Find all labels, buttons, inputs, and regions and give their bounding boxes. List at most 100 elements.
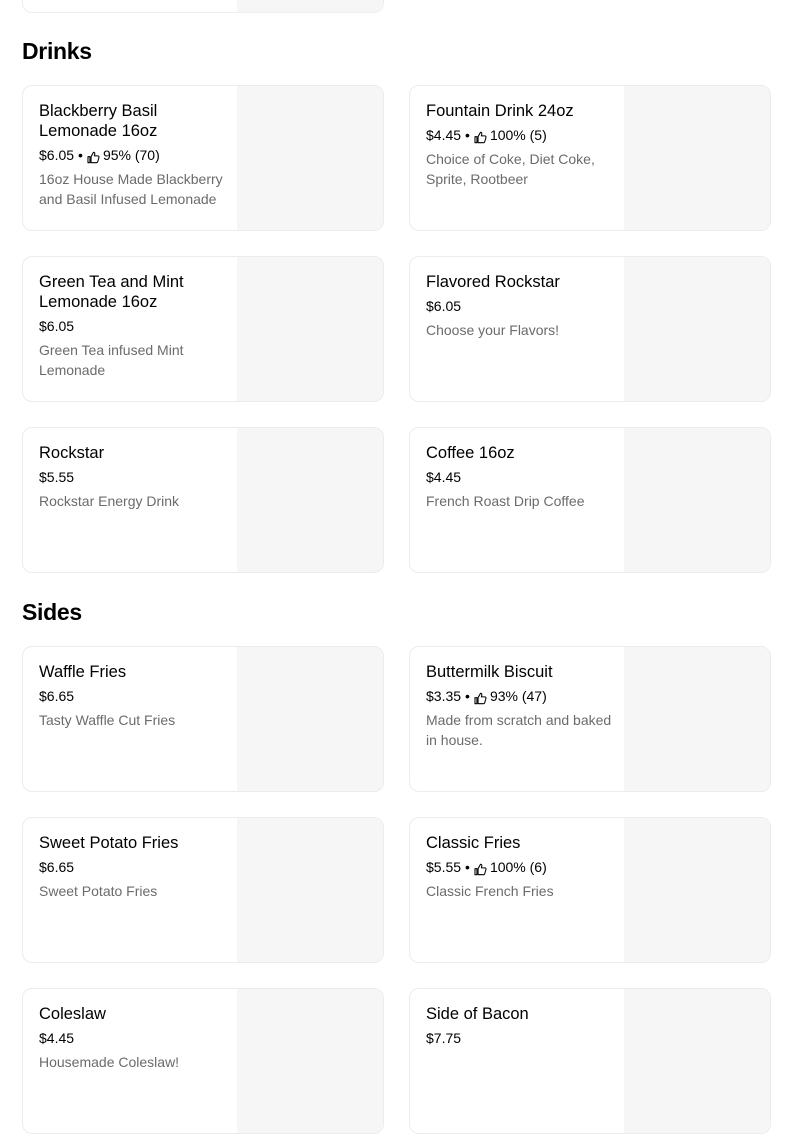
menu-item-name: Waffle Fries bbox=[39, 663, 127, 681]
menu-item-card[interactable]: Classic Fries $5.55 • 100% (6) Classic Frenc… bbox=[409, 817, 771, 963]
menu-item-price: $6.65 bbox=[39, 688, 75, 704]
menu-item-info: Blackberry Basil Lemonade 16oz $6.05 • 95% … bbox=[39, 101, 225, 209]
menu-item-card[interactable]: Fountain Drink 24oz $4.45 • 100% (5) Choice … bbox=[409, 85, 771, 231]
menu-item-price: $7.75 bbox=[426, 1030, 462, 1046]
menu-item-info: Flavored Rockstar $6.05 Choose your Flavor… bbox=[426, 272, 612, 340]
thumbs-up-icon bbox=[474, 129, 487, 143]
thumbs-up-icon bbox=[87, 149, 100, 163]
menu-item-name: Green Tea and Mint Lemonade 16oz bbox=[39, 273, 184, 311]
menu-item-description: Made from scratch and baked in house. bbox=[426, 712, 612, 748]
thumbs-up-icon bbox=[474, 861, 487, 875]
menu-item-info: Sweet Potato Fries $6.65 Sweet Potato Frie… bbox=[39, 833, 225, 901]
item-image-placeholder bbox=[237, 0, 383, 12]
menu-item-meta: $6.65 bbox=[39, 686, 225, 706]
menu-item-description: Sweet Potato Fries bbox=[39, 883, 158, 899]
menu-item-image-placeholder bbox=[237, 428, 383, 572]
menu-item-price: $6.65 bbox=[39, 859, 75, 875]
menu-item-rating: 93% (47) bbox=[489, 688, 547, 704]
menu-item-info: Rockstar $5.55 Rockstar Energy Drink bbox=[39, 443, 225, 511]
menu-item-price: $4.45 bbox=[426, 469, 462, 485]
menu-item-meta: $7.75 bbox=[426, 1028, 612, 1048]
menu-item-meta: $6.05 bbox=[426, 296, 612, 316]
menu-item-card[interactable]: Rockstar $5.55 Rockstar Energy Drink bbox=[22, 427, 384, 573]
menu-item-description: Rockstar Energy Drink bbox=[39, 493, 180, 509]
menu-item-image-placeholder bbox=[237, 257, 383, 401]
menu-item-info: Coleslaw $4.45 Housemade Coleslaw! bbox=[39, 1004, 225, 1072]
menu-item-card[interactable]: Coleslaw $4.45 Housemade Coleslaw! bbox=[22, 988, 384, 1134]
menu-item-meta: $4.45 bbox=[39, 1028, 225, 1048]
menu-item-description: Choice of Coke, Diet Coke, Sprite, Rootb… bbox=[426, 151, 595, 187]
menu-item-name: Classic Fries bbox=[426, 834, 521, 852]
menu-item-meta: $4.45 bbox=[426, 467, 612, 487]
menu-item-meta: $5.55 • 100% (6) bbox=[426, 857, 612, 877]
menu-item-name: Blackberry Basil Lemonade 16oz bbox=[39, 102, 158, 140]
menu-item-card[interactable]: Side of Bacon $7.75 bbox=[409, 988, 771, 1134]
menu-item-name: Rockstar bbox=[39, 444, 105, 462]
menu-item-card[interactable]: Sweet Potato Fries $6.65 Sweet Potato Frie… bbox=[22, 817, 384, 963]
menu-item-name: Sweet Potato Fries bbox=[39, 834, 179, 852]
menu-item-image-placeholder bbox=[237, 818, 383, 962]
menu-item-meta: $6.05 • 95% (70) bbox=[39, 145, 225, 165]
menu-item-info: Coffee 16oz $4.45 French Roast Drip Coffee bbox=[426, 443, 612, 511]
menu-item-rating: 100% (5) bbox=[489, 127, 547, 143]
menu-item-price: $3.35 bbox=[426, 688, 462, 704]
menu-item-info: Buttermilk Biscuit $3.35 • 93% (47) Made fro… bbox=[426, 662, 612, 750]
previous-item-card[interactable] bbox=[22, 0, 384, 13]
thumbs-up-icon bbox=[474, 690, 487, 704]
menu-item-card[interactable]: Green Tea and Mint Lemonade 16oz $6.05 Gre… bbox=[22, 256, 384, 402]
sides-grid: Waffle Fries $6.65 Tasty Waffle Cut Fries B… bbox=[22, 646, 772, 1134]
menu-item-description: Classic French Fries bbox=[426, 883, 554, 899]
menu-item-image-placeholder bbox=[237, 86, 383, 230]
menu-item-description: French Roast Drip Coffee bbox=[426, 493, 585, 509]
menu-item-image-placeholder bbox=[624, 86, 770, 230]
menu-item-name: Flavored Rockstar bbox=[426, 273, 560, 291]
menu-item-info: Classic Fries $5.55 • 100% (6) Classic Frenc… bbox=[426, 833, 612, 901]
menu-item-name: Fountain Drink 24oz bbox=[426, 102, 574, 120]
menu-item-price: $5.55 bbox=[426, 859, 462, 875]
menu-item-card[interactable]: Waffle Fries $6.65 Tasty Waffle Cut Fries bbox=[22, 646, 384, 792]
separator-dot: • bbox=[465, 859, 470, 875]
menu-item-name: Coffee 16oz bbox=[426, 444, 515, 462]
separator-dot: • bbox=[78, 147, 83, 163]
menu-item-price: $6.05 bbox=[39, 318, 75, 334]
menu-item-price: $5.55 bbox=[39, 469, 75, 485]
drinks-grid: Blackberry Basil Lemonade 16oz $6.05 • 95% … bbox=[22, 85, 772, 573]
menu-item-price: $4.45 bbox=[39, 1030, 75, 1046]
menu-item-card[interactable]: Buttermilk Biscuit $3.35 • 93% (47) Made fro… bbox=[409, 646, 771, 792]
menu-item-name: Side of Bacon bbox=[426, 1005, 529, 1023]
menu-item-card[interactable]: Coffee 16oz $4.45 French Roast Drip Coffee bbox=[409, 427, 771, 573]
menu-item-info: Green Tea and Mint Lemonade 16oz $6.05 Gre… bbox=[39, 272, 225, 380]
section-title-drinks: Drinks bbox=[22, 38, 92, 64]
menu-item-name: Coleslaw bbox=[39, 1005, 106, 1023]
menu-item-meta: $5.55 bbox=[39, 467, 225, 487]
menu-item-price: $6.05 bbox=[426, 298, 462, 314]
menu-item-image-placeholder bbox=[624, 989, 770, 1133]
menu-item-card[interactable]: Blackberry Basil Lemonade 16oz $6.05 • 95% … bbox=[22, 85, 384, 231]
menu-item-meta: $6.05 bbox=[39, 316, 225, 336]
menu-item-info: Waffle Fries $6.65 Tasty Waffle Cut Fries bbox=[39, 662, 225, 730]
menu-item-card[interactable]: Flavored Rockstar $6.05 Choose your Flavor… bbox=[409, 256, 771, 402]
section-title-sides: Sides bbox=[22, 599, 82, 625]
menu-item-info: Fountain Drink 24oz $4.45 • 100% (5) Choice … bbox=[426, 101, 612, 189]
menu-item-meta: $4.45 • 100% (5) bbox=[426, 125, 612, 145]
menu-item-info: Side of Bacon $7.75 bbox=[426, 1004, 612, 1048]
separator-dot: • bbox=[465, 127, 470, 143]
menu-item-image-placeholder bbox=[624, 818, 770, 962]
menu-item-image-placeholder bbox=[624, 647, 770, 791]
menu-item-meta: $3.35 • 93% (47) bbox=[426, 686, 612, 706]
menu-item-rating: 100% (6) bbox=[489, 859, 547, 875]
menu-item-rating: 95% (70) bbox=[102, 147, 160, 163]
menu-item-description: Tasty Waffle Cut Fries bbox=[39, 712, 176, 728]
menu-item-meta: $6.65 bbox=[39, 857, 225, 877]
menu-item-image-placeholder bbox=[237, 989, 383, 1133]
menu-item-image-placeholder bbox=[237, 647, 383, 791]
separator-dot: • bbox=[465, 688, 470, 704]
menu-item-image-placeholder bbox=[624, 257, 770, 401]
menu-item-image-placeholder bbox=[624, 428, 770, 572]
menu-item-description: 16oz House Made Blackberry and Basil Inf… bbox=[39, 171, 223, 207]
menu-item-price: $6.05 bbox=[39, 147, 75, 163]
menu-item-price: $4.45 bbox=[426, 127, 462, 143]
menu-item-description: Choose your Flavors! bbox=[426, 322, 560, 338]
menu-item-name: Buttermilk Biscuit bbox=[426, 663, 553, 681]
menu-item-description: Housemade Coleslaw! bbox=[39, 1054, 180, 1070]
